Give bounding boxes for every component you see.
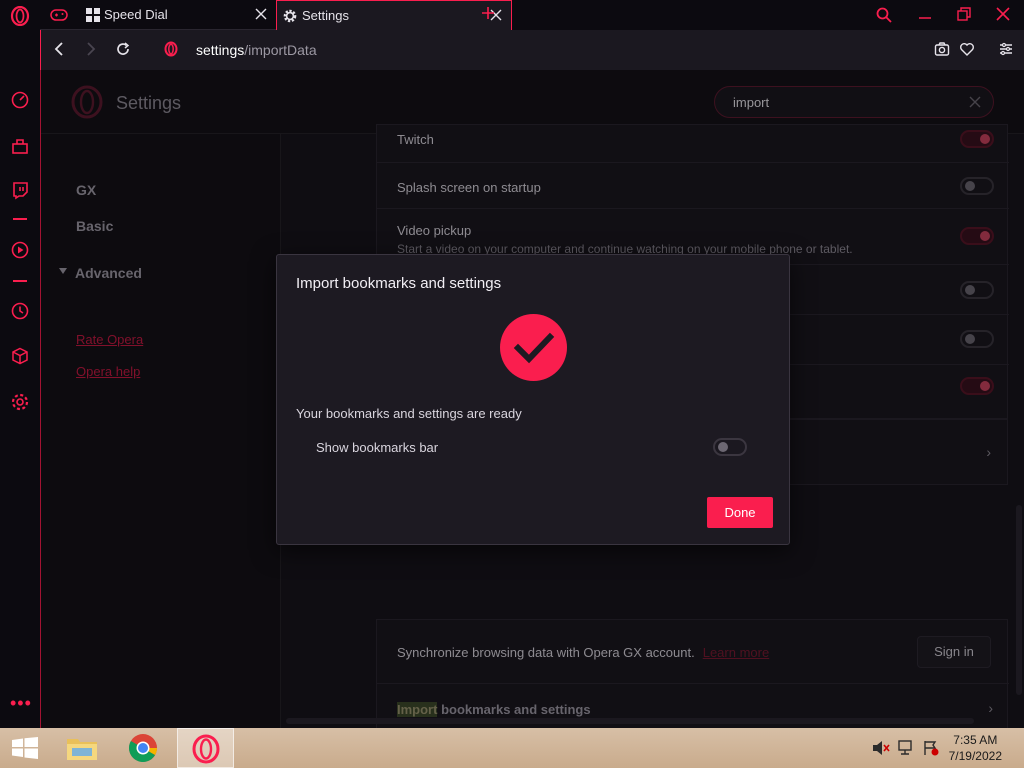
tab-settings[interactable]: Settings [276, 0, 512, 30]
url-field[interactable]: settings/importData [196, 42, 317, 58]
dialog-message: Your bookmarks and settings are ready [296, 406, 522, 421]
close-window-icon[interactable] [995, 6, 1011, 22]
new-tab-plus-icon[interactable] [480, 5, 496, 21]
windows-taskbar: 7:35 AM 7/19/2022 [0, 728, 1024, 768]
close-tab-icon[interactable] [254, 7, 268, 21]
import-dialog: Import bookmarks and settings Your bookm… [276, 254, 790, 545]
gamepad-icon [50, 9, 68, 21]
tab-label: Settings [302, 8, 349, 23]
minimize-icon[interactable] [917, 6, 933, 22]
rail-divider [13, 218, 27, 220]
tab-bar: Speed Dial Settings [40, 0, 1024, 30]
address-bar: settings/importData [40, 30, 1024, 70]
file-explorer-button[interactable] [58, 728, 108, 768]
opera-gx-button[interactable] [177, 728, 234, 768]
chrome-icon [129, 734, 157, 762]
network-icon[interactable] [897, 740, 915, 756]
volume-muted-icon[interactable] [872, 740, 890, 756]
gear-icon[interactable] [10, 392, 30, 412]
speedometer-icon[interactable] [10, 90, 30, 110]
clock-time: 7:35 AM [953, 733, 998, 747]
folder-icon [67, 739, 97, 760]
history-icon[interactable] [10, 301, 30, 321]
action-center-flag-icon[interactable] [922, 740, 940, 756]
gear-icon [283, 9, 297, 23]
rail-divider [13, 280, 27, 282]
dialog-title: Import bookmarks and settings [296, 275, 502, 292]
camera-snapshot-icon[interactable] [934, 41, 950, 57]
speed-dial-grid-icon [86, 8, 100, 22]
show-bookmarks-bar-toggle[interactable] [713, 438, 747, 456]
easy-setup-menu-icon[interactable] [998, 41, 1014, 57]
tab-speed-dial[interactable]: Speed Dial [40, 0, 276, 30]
opera-logo-icon [164, 41, 178, 57]
start-button[interactable] [0, 728, 48, 768]
url-host: settings [196, 42, 245, 58]
heart-icon[interactable] [959, 41, 975, 57]
url-path: /importData [244, 42, 317, 58]
system-clock[interactable]: 7:35 AM 7/19/2022 [949, 732, 1002, 764]
player-icon[interactable] [10, 240, 30, 260]
clock-date: 7/19/2022 [948, 749, 1002, 763]
windows-logo-icon [12, 737, 38, 759]
forward-icon[interactable] [83, 41, 99, 57]
extensions-cube-icon[interactable] [10, 346, 30, 366]
sidebar-rail: ••• [0, 0, 40, 728]
twitch-icon[interactable] [10, 180, 30, 200]
more-dots-icon[interactable]: ••• [10, 693, 32, 714]
done-button[interactable]: Done [707, 497, 773, 528]
chrome-button[interactable] [118, 728, 168, 768]
opera-gx-icon [192, 734, 220, 764]
search-tabs-icon[interactable] [875, 6, 893, 24]
opera-logo-icon[interactable] [10, 6, 30, 26]
reload-icon[interactable] [115, 41, 131, 57]
show-bookmarks-bar-label: Show bookmarks bar [316, 440, 439, 455]
restore-icon[interactable] [956, 6, 972, 22]
success-check-icon [500, 314, 567, 381]
back-icon[interactable] [51, 41, 67, 57]
tab-label: Speed Dial [104, 7, 168, 22]
gx-control-icon[interactable] [10, 136, 30, 156]
